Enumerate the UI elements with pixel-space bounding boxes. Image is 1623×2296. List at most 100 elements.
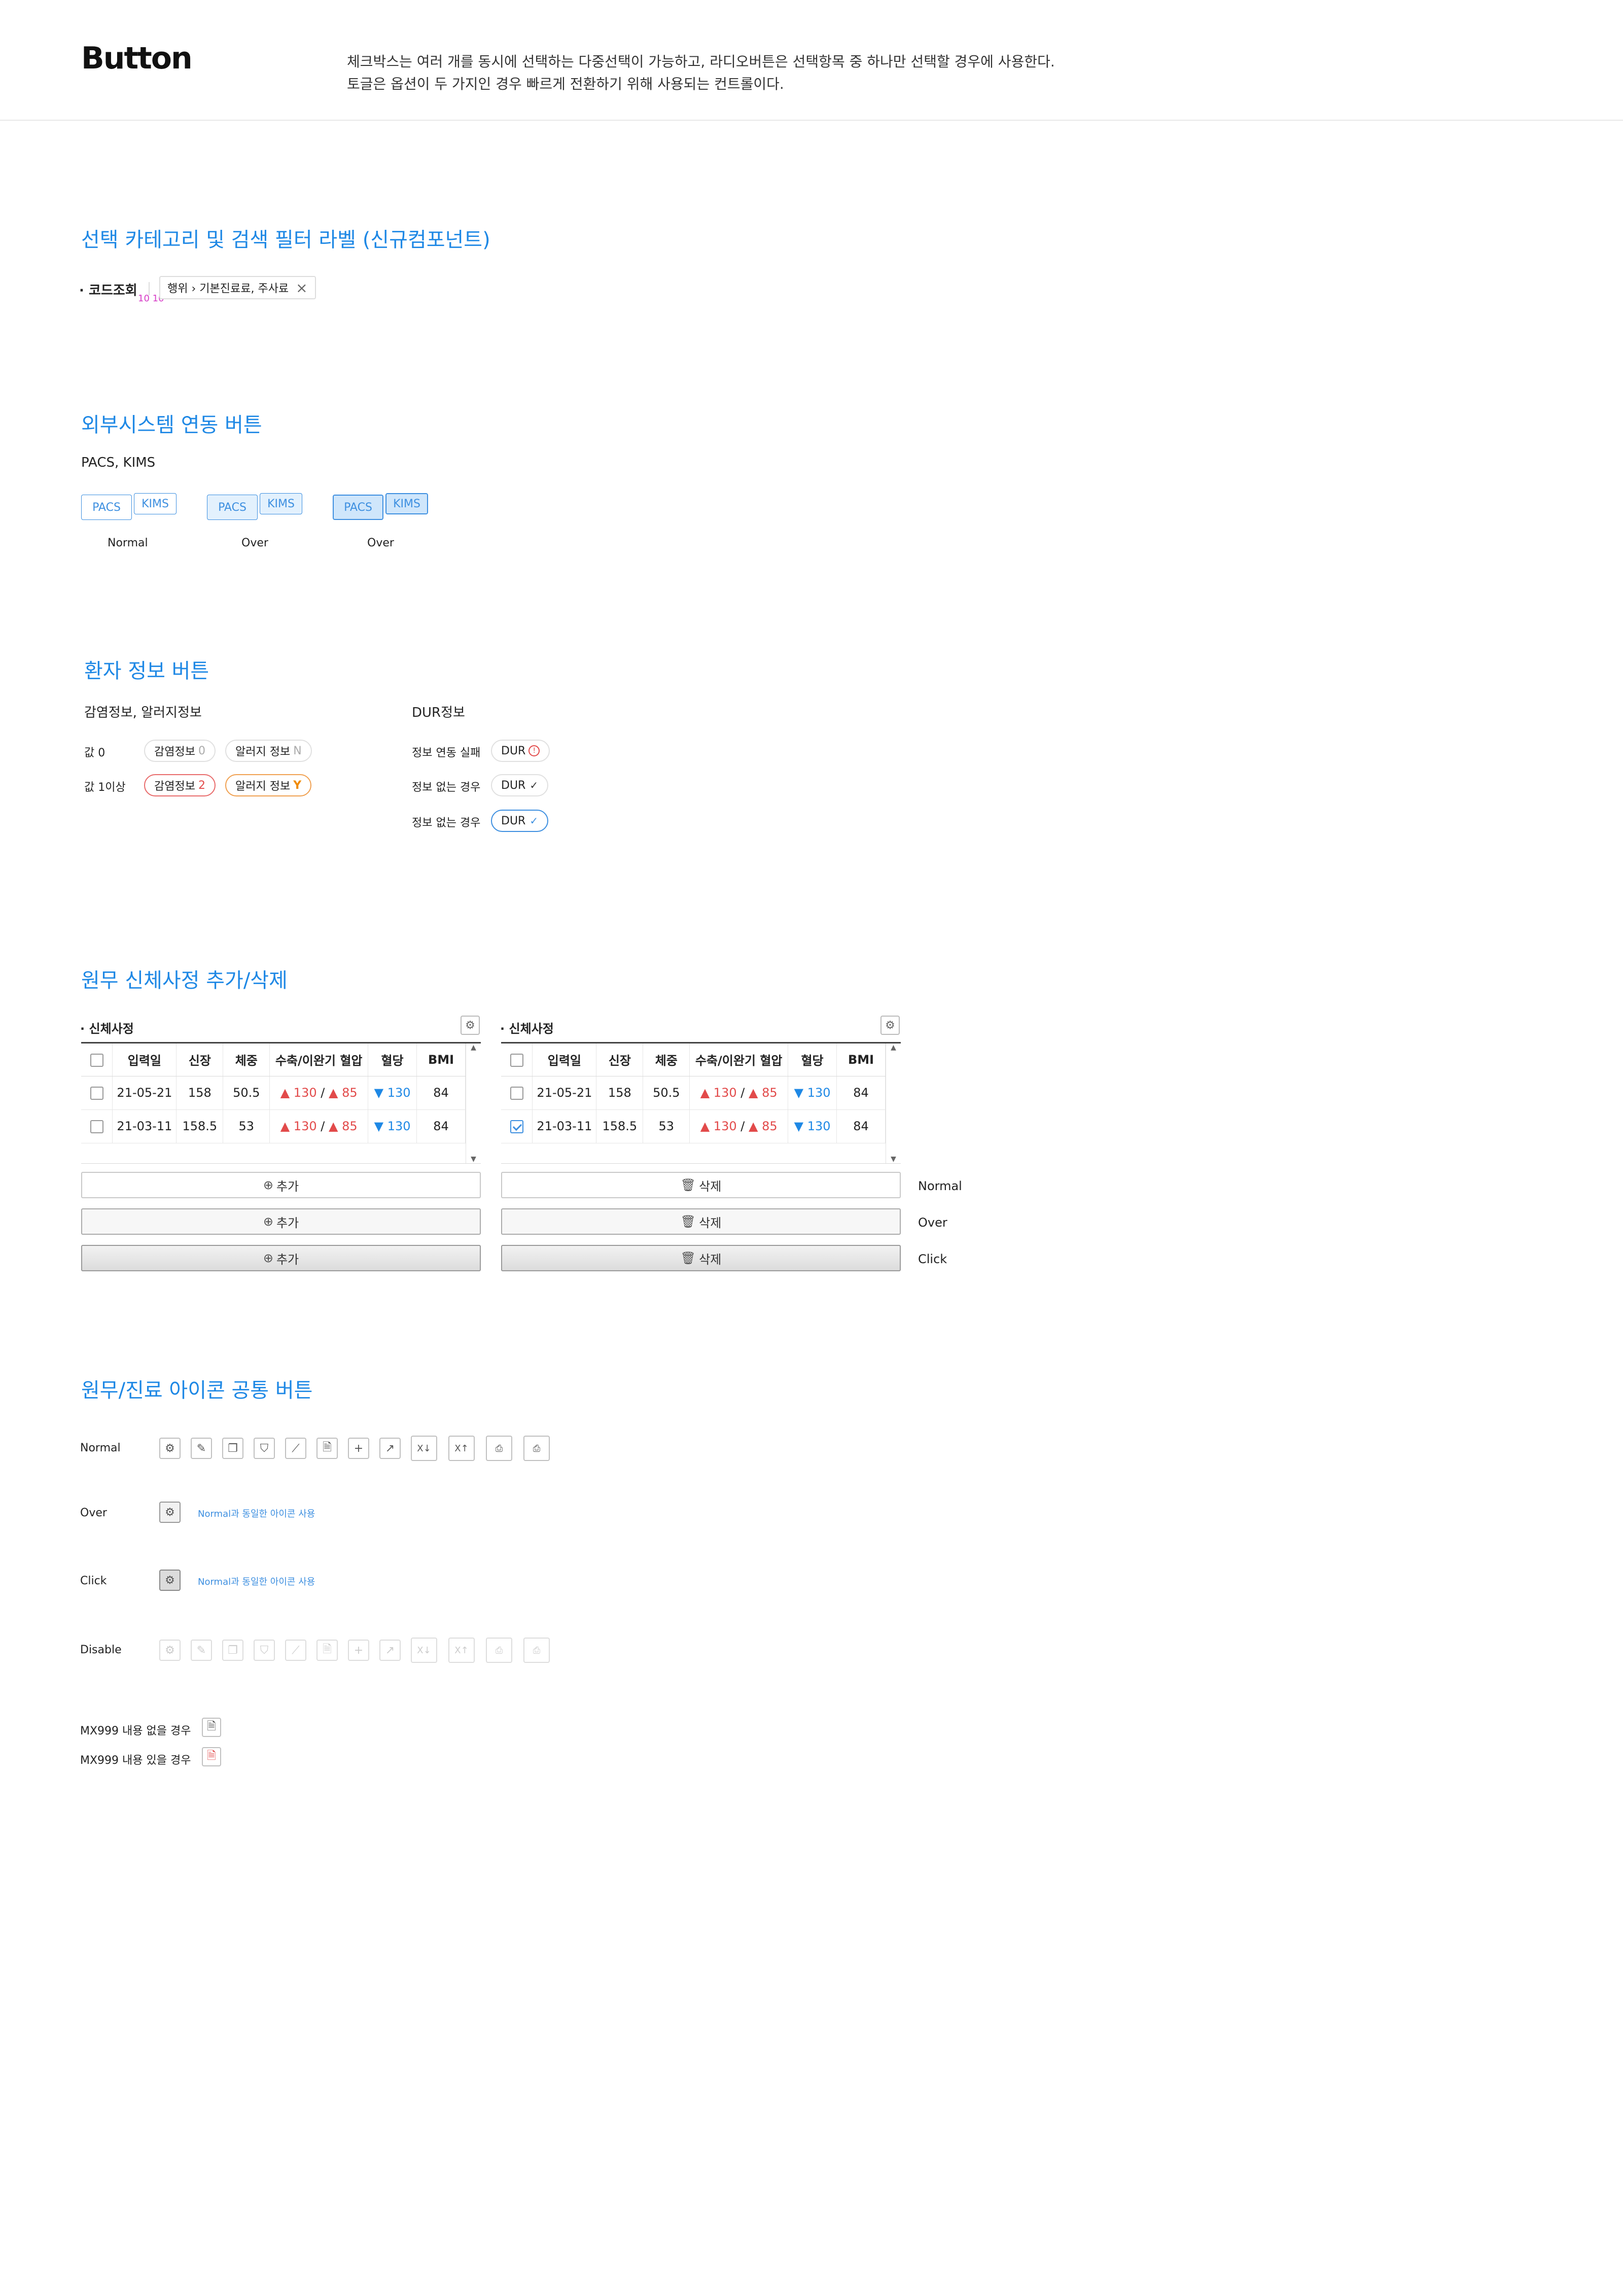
header-checkbox-cell[interactable]	[81, 1043, 113, 1076]
scroll-up-icon[interactable]: ▲	[886, 1043, 901, 1052]
grid-table: 입력일 신장 체중 수축/이완기 혈압 혈당 BMI 21-05-21 158 …	[501, 1043, 886, 1143]
excel-upload-icon[interactable]: X↑	[448, 1436, 475, 1461]
delete-button-over[interactable]: 🗑 삭제	[501, 1208, 901, 1235]
scroll-down-icon[interactable]: ▼	[466, 1155, 481, 1163]
select-all-checkbox[interactable]	[510, 1053, 523, 1067]
plus-icon[interactable]: +	[348, 1438, 369, 1459]
document-filled-icon[interactable]: 🗎	[202, 1747, 221, 1766]
dur-text: DUR	[501, 814, 526, 827]
filter-label-chip[interactable]: 행위 › 기본진료료, 주사료 ×	[159, 276, 316, 299]
same-icon-note: Normal과 동일한 아이콘 사용	[198, 1509, 315, 1519]
edit-icon: ✎	[191, 1640, 212, 1661]
select-all-checkbox[interactable]	[90, 1053, 103, 1067]
add-label: 추가	[276, 1215, 299, 1230]
edit-icon[interactable]: ✎	[191, 1438, 212, 1459]
cell-weight: 50.5	[643, 1076, 690, 1110]
close-icon[interactable]: ×	[296, 280, 307, 296]
add-button-click[interactable]: ⊕ 추가	[81, 1245, 481, 1271]
cell-height: 158	[176, 1076, 224, 1110]
delete-button-normal[interactable]: 🗑 삭제	[501, 1172, 901, 1198]
excel-download-icon[interactable]: X↓	[411, 1436, 437, 1461]
state-label-normal: Normal	[108, 537, 148, 549]
down-arrow-icon: ▼	[794, 1086, 807, 1100]
cell-height: 158	[596, 1076, 644, 1110]
row-checkbox-cell[interactable]	[501, 1109, 533, 1143]
document-icon[interactable]: 🗎	[202, 1718, 221, 1737]
trash-icon: 🗑	[680, 1251, 696, 1265]
chart-icon[interactable]: ⟋	[285, 1438, 306, 1459]
table-row[interactable]: 21-03-11 158.5 53 ▲ 130 / ▲ 85 ▼ 130 84	[81, 1109, 466, 1143]
row-checkbox-cell[interactable]	[501, 1076, 533, 1110]
allergy-button-zero[interactable]: 알러지 정보 N	[225, 740, 312, 762]
external-link-icon[interactable]: ↗	[379, 1438, 401, 1459]
row-checkbox-cell[interactable]	[81, 1109, 113, 1143]
print-setting-icon[interactable]: ⎙	[486, 1436, 512, 1461]
allergy-button-positive[interactable]: 알러지 정보 Y	[225, 774, 312, 796]
up-arrow-icon: ▲	[748, 1119, 762, 1133]
column-header: 수축/이완기 혈압	[689, 1043, 789, 1076]
down-arrow-icon: ▼	[374, 1119, 387, 1133]
row-label-zero: 값 0	[84, 747, 105, 759]
row-checkbox-cell[interactable]	[81, 1076, 113, 1110]
kims-button-over[interactable]: KIMS	[260, 493, 302, 514]
document-icon[interactable]: 🗎	[316, 1438, 338, 1459]
table-row[interactable]: 21-03-11 158.5 53 ▲ 130 / ▲ 85 ▼ 130 84	[501, 1109, 886, 1143]
add-button-normal[interactable]: ⊕ 추가	[81, 1172, 481, 1198]
row-checkbox[interactable]	[90, 1120, 103, 1133]
dur-row-label-fail: 정보 연동 실패	[412, 747, 481, 759]
delete-label: 삭제	[699, 1252, 722, 1267]
cell-blood-pressure: ▲ 130 / ▲ 85	[269, 1109, 369, 1143]
document-icon: 🗎	[316, 1640, 338, 1661]
delete-button-click[interactable]: 🗑 삭제	[501, 1245, 901, 1271]
gear-icon[interactable]: ⚙	[159, 1438, 181, 1459]
scroll-up-icon[interactable]: ▲	[466, 1043, 481, 1052]
header-checkbox-cell[interactable]	[501, 1043, 533, 1076]
column-header: 신장	[176, 1043, 224, 1076]
vertical-scrollbar[interactable]: ▲ ▼	[466, 1043, 481, 1163]
dur-button-none-active[interactable]: DUR ✓	[491, 810, 549, 832]
up-arrow-icon: ▲	[280, 1119, 294, 1133]
infection-button-positive[interactable]: 감염정보 2	[144, 774, 216, 796]
row-checkbox[interactable]	[510, 1087, 523, 1100]
add-label: 추가	[276, 1179, 299, 1194]
vertical-scrollbar[interactable]: ▲ ▼	[886, 1043, 901, 1163]
dur-button-none[interactable]: DUR ✓	[491, 774, 549, 796]
state-label-normal: Normal	[918, 1179, 962, 1193]
cell-weight: 53	[223, 1109, 270, 1143]
allergy-text: 알러지 정보	[235, 746, 291, 758]
panel-title-text: 신체사정	[89, 1022, 134, 1036]
allergy-count: N	[293, 744, 302, 757]
check-icon: ✓	[530, 815, 539, 827]
plus-circle-icon: ⊕	[263, 1251, 273, 1265]
cell-blood-sugar: ▼ 130	[788, 1076, 837, 1110]
pacs-button-click[interactable]: PACS	[333, 495, 383, 520]
cell-bmi: 84	[836, 1076, 886, 1110]
filter-icon[interactable]: ⛉	[254, 1438, 275, 1459]
plus-circle-icon: ⊕	[263, 1178, 273, 1192]
table-row[interactable]: 21-05-21 158 50.5 ▲ 130 / ▲ 85 ▼ 130 84	[81, 1076, 466, 1110]
table-row[interactable]: 21-05-21 158 50.5 ▲ 130 / ▲ 85 ▼ 130 84	[501, 1076, 886, 1110]
section-title-body-assessment: 원무 신체사정 추가/삭제	[81, 969, 288, 992]
row-checkbox-checked[interactable]	[510, 1120, 523, 1133]
gear-icon[interactable]: ⚙	[159, 1502, 181, 1523]
column-header: 신장	[596, 1043, 644, 1076]
dur-button-fail[interactable]: DUR!	[491, 740, 550, 762]
kims-button-normal[interactable]: KIMS	[134, 493, 177, 514]
gear-icon[interactable]: ⚙	[880, 1016, 900, 1035]
pacs-button-over[interactable]: PACS	[207, 495, 258, 520]
print-icon[interactable]: ⎙	[523, 1436, 550, 1461]
add-button-over[interactable]: ⊕ 추가	[81, 1208, 481, 1235]
scroll-down-icon[interactable]: ▼	[886, 1155, 901, 1163]
row-label-one-plus: 값 1이상	[84, 781, 126, 794]
gear-icon[interactable]: ⚙	[461, 1016, 480, 1035]
kims-button-click[interactable]: KIMS	[385, 493, 428, 514]
gear-icon[interactable]: ⚙	[159, 1570, 181, 1591]
cell-bmi: 84	[416, 1109, 466, 1143]
infection-button-zero[interactable]: 감염정보 0	[144, 740, 216, 762]
copy-icon[interactable]: ❐	[222, 1438, 243, 1459]
dur-text: DUR	[501, 779, 526, 792]
cell-blood-sugar: ▼ 130	[368, 1109, 417, 1143]
row-checkbox[interactable]	[90, 1087, 103, 1100]
pacs-button-normal[interactable]: PACS	[81, 495, 132, 520]
infection-text: 감염정보	[154, 746, 195, 758]
